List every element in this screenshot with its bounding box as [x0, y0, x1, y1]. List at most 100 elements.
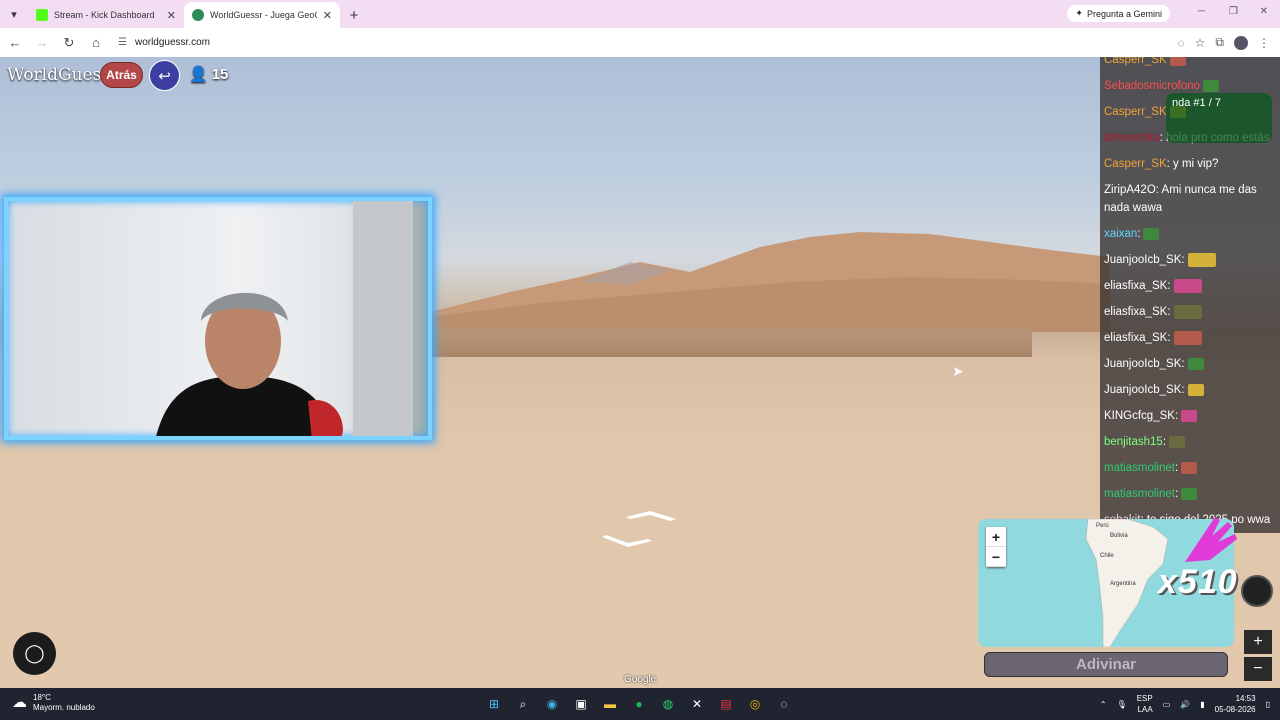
round-label: nda #1 / 7 — [1172, 97, 1221, 109]
minimap-zoom-in-button[interactable]: + — [986, 527, 1006, 547]
reload-icon[interactable]: ↻ — [57, 31, 81, 55]
snipping-tool-icon[interactable]: ▤ — [714, 692, 738, 716]
multiplier-badge: x510 — [1158, 563, 1238, 601]
chat-message: eliasfixa_SK: — [1100, 325, 1280, 351]
chat-username[interactable]: JuanjooIcb_SK — [1104, 254, 1181, 266]
zoom-in-button[interactable]: + — [1244, 630, 1272, 654]
obs-icon[interactable]: ◌ — [772, 692, 796, 716]
chat-emote-icon — [1187, 383, 1204, 396]
guess-button[interactable]: Adivinar — [984, 652, 1228, 677]
chat-emote-icon — [1202, 79, 1219, 92]
chat-username[interactable]: Casperr_SK — [1104, 57, 1167, 66]
navigation-arrows[interactable] — [600, 507, 680, 557]
minimap-zoom-out-button[interactable]: − — [986, 547, 1006, 567]
zoom-out-button[interactable]: − — [1244, 657, 1272, 681]
chat-text: : — [1174, 410, 1179, 422]
xbox-icon[interactable]: ✕ — [685, 692, 709, 716]
adobe-wall — [432, 327, 1032, 357]
chat-username[interactable]: eliasfixa_SK — [1104, 306, 1167, 318]
address-bar[interactable]: ☰ worldguessr.com — [114, 31, 1178, 54]
chat-username[interactable]: eliasfixa_SK — [1104, 280, 1167, 292]
clock-time: 14:53 — [1235, 694, 1256, 703]
chat-username[interactable]: JuanjooIcb_SK — [1104, 358, 1181, 370]
chat-bubble-icon[interactable]: ◯ — [13, 632, 56, 675]
chat-text: : — [1181, 254, 1185, 266]
site-info-icon[interactable]: ☰ — [118, 37, 127, 48]
start-icon[interactable]: ⊞ — [482, 692, 506, 716]
battery-icon[interactable]: ▮ — [1200, 700, 1204, 709]
ask-gemini-button[interactable]: ✦ Pregunta a Gemini — [1067, 5, 1170, 22]
search-icon[interactable]: ⌕ — [511, 692, 535, 716]
store-icon[interactable]: ▣ — [569, 692, 593, 716]
file-explorer-icon[interactable]: ▬ — [598, 692, 622, 716]
compass-icon[interactable] — [1241, 575, 1273, 607]
tab-search-chevron-icon[interactable]: ▾ — [0, 0, 28, 28]
chat-username[interactable]: Sebadosmicrofono — [1104, 80, 1200, 92]
chat-emote-icon — [1181, 461, 1198, 474]
map-label-argentina: Argentina — [1110, 581, 1136, 587]
chat-username[interactable]: matiasmolinet — [1104, 488, 1175, 500]
notifications-icon[interactable]: ▯ — [1266, 700, 1270, 709]
chat-message: JuanjooIcb_SK: — [1100, 377, 1280, 403]
network-icon[interactable]: ▭ — [1163, 700, 1171, 709]
eye-off-icon[interactable]: ◌ — [1178, 36, 1185, 50]
forward-arrow-icon[interactable]: → — [30, 31, 54, 55]
chat-emote-icon — [1173, 278, 1202, 293]
input-language[interactable]: ESP LAA — [1137, 693, 1153, 715]
spotify-icon[interactable]: ● — [627, 692, 651, 716]
taskbar-apps: ⊞ ⌕ ◉ ▣ ▬ ● ◍ ✕ ▤ ◎ ◌ — [482, 692, 796, 716]
chevron-up-icon[interactable]: ⌃ — [1100, 700, 1107, 709]
chat-username[interactable]: benjitash15 — [1104, 436, 1163, 448]
system-tray: ⌃ 🎙 ESP LAA ▭ 🔊 ▮ 14:53 05-08-2026 ▯ — [1100, 693, 1270, 715]
back-button[interactable]: Atrás — [100, 62, 143, 88]
chat-username[interactable]: JuanjooIcb_SK — [1104, 384, 1181, 396]
mouse-cursor-icon: ➤ — [952, 363, 964, 379]
close-window-icon[interactable]: ✕ — [1260, 6, 1268, 17]
close-tab-icon[interactable]: ✕ — [167, 9, 176, 22]
chat-message: ZiripA42O: Ami nunca me das nada wawa — [1100, 177, 1280, 221]
whatsapp-icon[interactable]: ◍ — [656, 692, 680, 716]
home-icon[interactable]: ⌂ — [84, 31, 108, 55]
volume-icon[interactable]: 🔊 — [1180, 700, 1190, 709]
profile-avatar[interactable] — [1234, 35, 1248, 50]
chat-text: : — [1181, 384, 1185, 396]
chat-text: : — [1174, 488, 1179, 500]
chat-username[interactable]: KINGcfcg_SK — [1104, 410, 1175, 422]
browser-tab-bar: ▾ Stream - Kick Dashboard ✕ WorldGuessr … — [0, 0, 1280, 28]
chat-username[interactable]: Casperr_SK — [1104, 106, 1167, 118]
close-tab-icon[interactable]: ✕ — [323, 9, 332, 22]
clock-date: 05-08-2026 — [1214, 705, 1256, 714]
bookmark-star-icon[interactable]: ☆ — [1195, 36, 1206, 50]
webcam-background-wall — [353, 201, 413, 436]
return-to-start-icon[interactable]: ↩ — [149, 60, 180, 91]
edge-icon[interactable]: ◉ — [540, 692, 564, 716]
chat-text: : — [1137, 228, 1141, 240]
chat-username[interactable]: ZiripA42O — [1104, 184, 1156, 196]
chat-message: benjitash15: — [1100, 429, 1280, 455]
chat-message: Casperr_SK: y mi vip? — [1100, 151, 1280, 177]
street-view-panorama[interactable]: WorldGuessr Atrás ↩ 👤 15 ➤ ◯ Google Casp… — [0, 57, 1280, 688]
microphone-icon[interactable]: 🎙 — [1117, 700, 1127, 709]
more-menu-icon[interactable]: ⋮ — [1258, 36, 1270, 50]
new-tab-button[interactable]: + — [340, 2, 368, 28]
chat-emote-icon — [1187, 357, 1204, 370]
restore-icon[interactable]: ❐ — [1229, 6, 1238, 17]
tab-kick-dashboard[interactable]: Stream - Kick Dashboard ✕ — [28, 2, 184, 28]
chat-username[interactable]: xaixan — [1104, 228, 1137, 240]
extensions-icon[interactable]: ⧉ — [1215, 35, 1224, 50]
tab-worldguessr[interactable]: WorldGuessr - Juega GeoGuess ✕ — [184, 2, 340, 28]
chat-emote-icon — [1143, 227, 1160, 240]
chat-username[interactable]: Casperr_SK — [1104, 158, 1167, 170]
weather-widget[interactable]: ☁ 18°C Mayorm. nublado — [12, 693, 95, 713]
windows-taskbar: ☁ 18°C Mayorm. nublado ⊞ ⌕ ◉ ▣ ▬ ● ◍ ✕ ▤… — [0, 688, 1280, 720]
chat-username[interactable]: matiasmolinet — [1104, 462, 1175, 474]
chrome-icon[interactable]: ◎ — [743, 692, 767, 716]
chat-text: : — [1181, 358, 1185, 370]
chat-message: KINGcfcg_SK: — [1100, 403, 1280, 429]
map-label-chile: Chile — [1100, 553, 1114, 559]
clock[interactable]: 14:53 05-08-2026 — [1215, 693, 1256, 715]
chat-username[interactable]: eliasfixa_SK — [1104, 332, 1167, 344]
chat-username[interactable]: dimesebita — [1104, 132, 1160, 144]
minimize-icon[interactable]: ─ — [1198, 6, 1205, 17]
back-arrow-icon[interactable]: ← — [3, 31, 27, 55]
